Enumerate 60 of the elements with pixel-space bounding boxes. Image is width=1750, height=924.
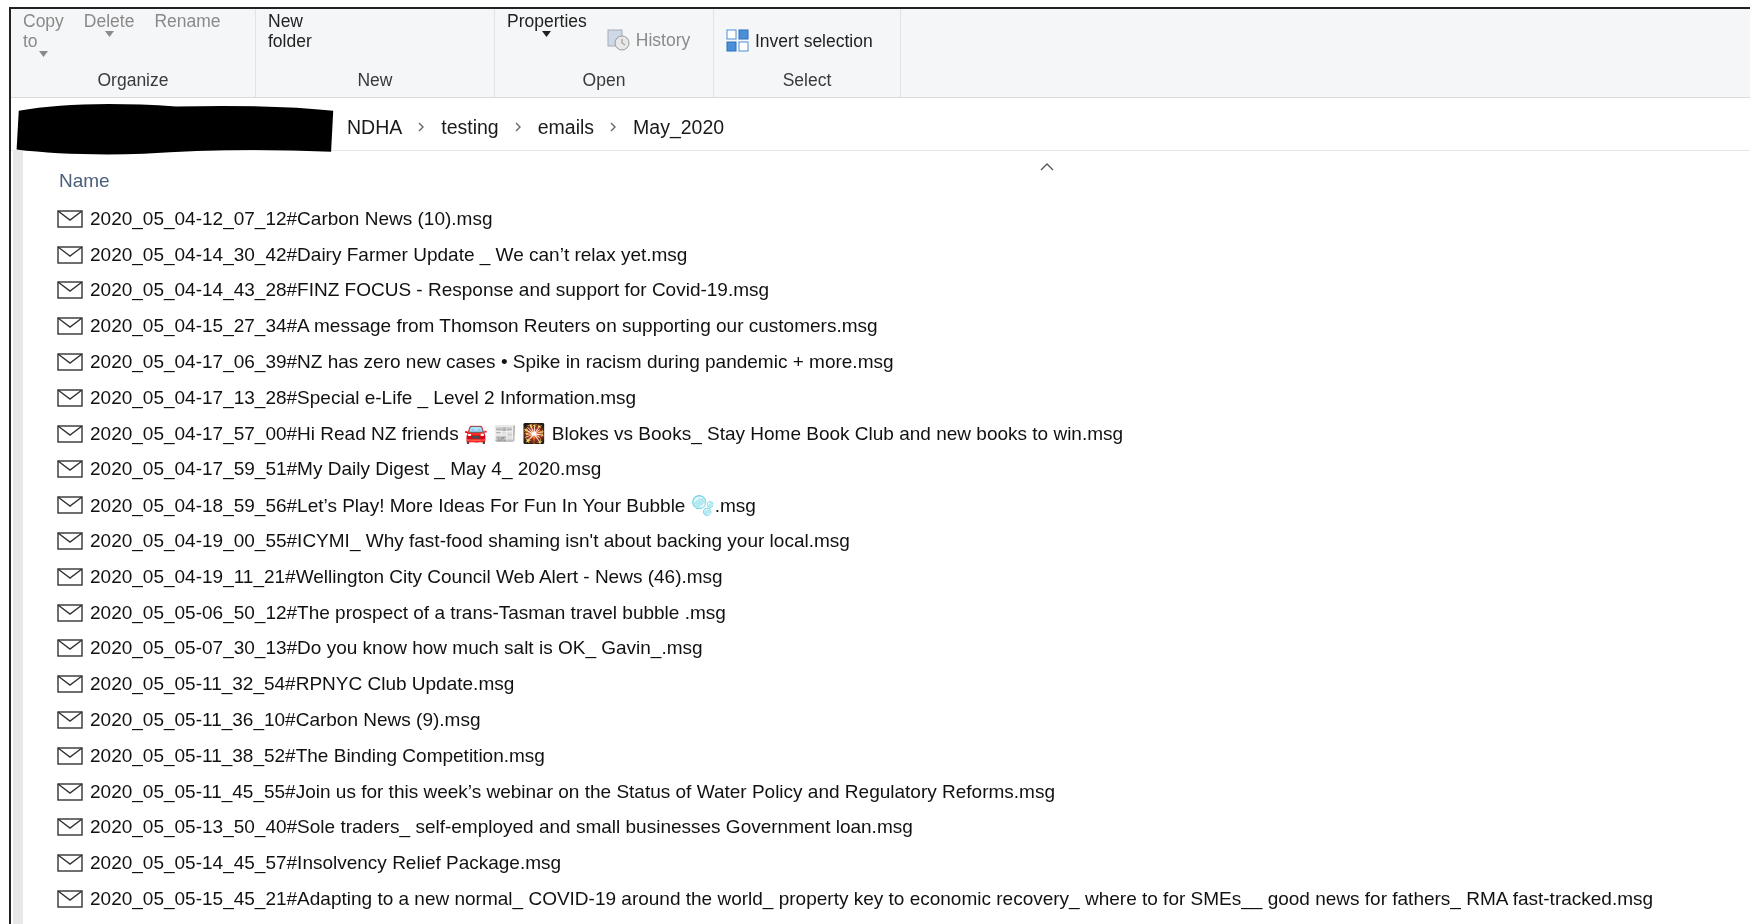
clock-icon: [606, 29, 631, 51]
chevron-icon: [610, 122, 618, 132]
envelope-icon: [57, 388, 83, 407]
envelope-icon: [57, 711, 83, 730]
envelope-icon: [57, 281, 83, 300]
file-name[interactable]: 2020_05_05-15_45_21#Adapting to a new normal_ COVID-19 around the world_ property key to economic recovery_ where to for SMEs__ good news for fathers_ RMA fast-tracked.msg: [90, 888, 1654, 911]
file-name[interactable]: 2020_05_04-18_59_56#Let’s Play! More Ideas For Fun In Your Bubble 🫧.msg: [90, 493, 756, 517]
file-name[interactable]: 2020_05_04-14_30_42#Dairy Farmer Update _ We can’t relax yet.msg: [90, 243, 688, 266]
caret-icon: [38, 51, 48, 57]
caret-icon: [104, 31, 114, 37]
envelope-icon: [57, 317, 83, 336]
file-name[interactable]: 2020_05_04-19_11_21#Wellington City Council Web Alert - News (46).msg: [90, 565, 723, 588]
file-name[interactable]: 2020_05_05-11_32_54#RPNYC Club Update.msg: [90, 673, 515, 696]
file-name[interactable]: 2020_05_04-19_00_55#ICYMI_ Why fast-food shaming isn't about backing your local.msg: [90, 530, 850, 553]
envelope-icon: [57, 567, 83, 586]
file-name[interactable]: 2020_05_05-11_36_10#Carbon News (9).msg: [90, 709, 481, 732]
envelope-icon: [57, 424, 83, 443]
file-name[interactable]: 2020_05_04-14_43_28#FINZ FOCUS - Response and support for Covid-19.msg: [90, 279, 770, 302]
file-name[interactable]: 2020_05_04-15_27_34#A message from Thomson Reuters on supporting our customers.msg: [90, 315, 878, 338]
envelope-icon: [57, 890, 83, 909]
file-name[interactable]: 2020_05_05-07_30_13#Do you know how much salt is OK_ Gavin_.msg: [90, 637, 703, 660]
envelope-icon: [57, 209, 83, 228]
envelope-icon: [57, 496, 83, 515]
file-name[interactable]: 2020_05_04-17_57_00#Hi Read NZ friends 🚘 📰 🎇 Blokes vs Books_ Stay Home Book Club and new books to win.msg: [90, 422, 1124, 446]
envelope-icon: [57, 854, 83, 873]
file-name[interactable]: 2020_05_05-06_50_12#The prospect of a trans-Tasman travel bubble .msg: [90, 601, 726, 624]
file-name[interactable]: 2020_05_04-17_59_51#My Daily Digest _ May 4_ 2020.msg: [90, 458, 602, 481]
breadcrumb[interactable]: NDHA: [347, 115, 403, 139]
envelope-icon: [57, 532, 83, 551]
ribbon-button[interactable]: Properties: [503, 9, 591, 39]
caret-icon: [542, 31, 552, 37]
group-label: New: [356, 70, 394, 92]
file-name[interactable]: 2020_05_04-17_13_28#Special e-Life _ Level 2 Information.msg: [90, 386, 637, 409]
envelope-icon: [57, 782, 83, 801]
file-name[interactable]: 2020_05_05-14_45_57#Insolvency Relief Package.msg: [90, 852, 562, 875]
envelope-icon: [57, 746, 83, 765]
envelope-icon: [57, 603, 83, 622]
column-header[interactable]: Name: [57, 161, 112, 201]
breadcrumb[interactable]: testing: [441, 115, 499, 139]
invert-selection-button[interactable]: Invert selection: [722, 27, 877, 55]
envelope-icon: [57, 353, 83, 372]
chevron-icon: [418, 122, 426, 132]
file-name[interactable]: 2020_05_05-11_38_52#The Binding Competition.msg: [90, 744, 545, 767]
chevron-icon: [514, 122, 522, 132]
envelope-icon: [57, 245, 83, 264]
group-label: Organize: [96, 70, 170, 92]
file-name[interactable]: 2020_05_04-17_06_39#NZ has zero new cases • Spike in racism during pandemic + more.msg: [90, 351, 894, 374]
envelope-icon: [57, 818, 83, 837]
grid-icon: [726, 29, 750, 53]
group-label: Select: [781, 70, 833, 92]
envelope-icon: [57, 460, 83, 479]
breadcrumb[interactable]: May_2020: [633, 115, 725, 139]
file-name[interactable]: 2020_05_04-12_07_12#Carbon News (10).msg: [90, 207, 493, 230]
envelope-icon: [57, 675, 83, 694]
file-name[interactable]: 2020_05_05-11_45_55#Join us for this week’s webinar on the Status of Water Policy and Regulatory Reforms.msg: [90, 780, 1055, 803]
breadcrumb[interactable]: emails: [537, 115, 595, 139]
group-label: Open: [581, 70, 627, 92]
envelope-icon: [57, 639, 83, 658]
file-name[interactable]: 2020_05_05-13_50_40#Sole traders_ self-employed and small businesses Government loan.msg: [90, 816, 913, 839]
ribbon-button[interactable]: New folder: [264, 9, 316, 53]
